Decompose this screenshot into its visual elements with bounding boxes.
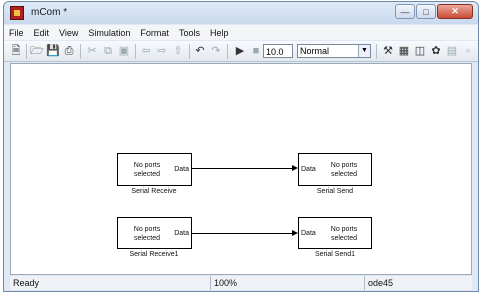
menu-help[interactable]: Help [205,28,234,38]
serial-send-block[interactable]: Data No ports selected [298,153,372,186]
block-message: selected [330,171,358,178]
open-folder-icon[interactable]: 🗁 [30,44,44,58]
menu-file[interactable]: File [4,28,29,38]
status-zoom: 100% [210,276,364,290]
block-message: selected [330,235,358,242]
toolbar-separator [227,44,228,59]
menu-view[interactable]: View [54,28,83,38]
simulink-app-icon [10,6,24,20]
debugger-icon[interactable]: ✿ [429,44,443,58]
serial-receive-block[interactable]: No ports selected Data [117,153,192,186]
up-level-icon[interactable]: ⇧ [171,44,185,58]
toolbar-separator [135,44,136,59]
paste-icon[interactable]: ▣ [117,44,131,58]
new-model-icon[interactable]: 🗎 [9,44,23,58]
block-label[interactable]: Serial Receive1 [109,251,199,258]
output-port-label: Data [174,166,189,173]
block-message: selected [133,171,161,178]
title-bar[interactable]: mCom * — □ ✕ [4,2,478,24]
status-state: Ready [13,278,40,288]
maximize-button[interactable]: □ [416,4,436,19]
serial-receive1-block[interactable]: No ports selected Data [117,217,192,249]
maximize-icon: □ [423,6,429,17]
block-message: No ports [330,226,358,233]
menu-simulation[interactable]: Simulation [83,28,135,38]
model-explorer-icon[interactable]: ◫ [413,44,427,58]
toolbar-separator [376,44,377,59]
serial-send1-block[interactable]: Data No ports selected [298,217,372,249]
minimize-button[interactable]: — [395,4,415,19]
stop-time-input[interactable]: 10.0 [263,44,293,58]
status-bar: Ready 100% ode45 [10,276,472,290]
simulation-mode-select[interactable]: Normal ▼ [297,44,371,58]
stop-icon[interactable]: ■ [249,44,263,58]
cut-icon[interactable]: ✂ [85,44,99,58]
chevron-down-icon[interactable]: ▼ [358,45,370,57]
close-button[interactable]: ✕ [437,4,473,19]
status-solver: ode45 [364,276,472,290]
save-icon[interactable]: 💾 [46,44,60,58]
toolbar-separator [26,44,27,59]
menu-bar: File Edit View Simulation Format Tools H… [4,25,478,40]
menu-edit[interactable]: Edit [29,28,55,38]
block-message: No ports [133,162,161,169]
close-icon: ✕ [451,6,459,16]
window-title: mCom * [31,7,68,18]
run-icon[interactable]: ▶ [233,44,247,58]
toggle-model-browser-icon[interactable]: ▤ [445,44,459,58]
block-message: selected [133,235,161,242]
menu-tools[interactable]: Tools [174,28,205,38]
signal-line[interactable] [192,168,292,169]
forward-icon[interactable]: ⇨ [155,44,169,58]
simulation-mode-value: Normal [300,46,330,56]
undo-icon[interactable]: ↶ [193,44,207,58]
back-icon[interactable]: ⇦ [139,44,153,58]
toolbar-separator [80,44,81,59]
build-model-icon[interactable]: ⚒ [381,44,395,58]
library-browser-icon[interactable]: ▦ [397,44,411,58]
output-port-label: Data [174,230,189,237]
copy-icon[interactable]: ⧉ [101,44,115,58]
input-port-label: Data [301,230,316,237]
signal-line[interactable] [192,233,292,234]
toolbar: 🗎 🗁 💾 ⎙ ✂ ⧉ ▣ ⇦ ⇨ ⇧ ↶ ↷ ▶ ■ 10.0 Normal ▼… [4,41,478,62]
simulink-window: mCom * — □ ✕ File Edit View Simulation F… [3,1,479,292]
block-label[interactable]: Serial Send1 [290,251,380,258]
input-port-label: Data [301,166,316,173]
redo-icon[interactable]: ↷ [209,44,223,58]
print-icon[interactable]: ⎙ [62,44,76,58]
minimize-icon: — [400,6,410,17]
block-label[interactable]: Serial Receive [109,188,199,195]
block-label[interactable]: Serial Send [290,188,380,195]
menu-format[interactable]: Format [135,28,174,38]
toolbar-separator [189,44,190,59]
block-message: No ports [330,162,358,169]
model-canvas[interactable]: No ports selected Data Serial Receive Da… [10,63,472,275]
hide-tool-icon[interactable]: ▫ [461,44,475,58]
block-message: No ports [133,226,161,233]
